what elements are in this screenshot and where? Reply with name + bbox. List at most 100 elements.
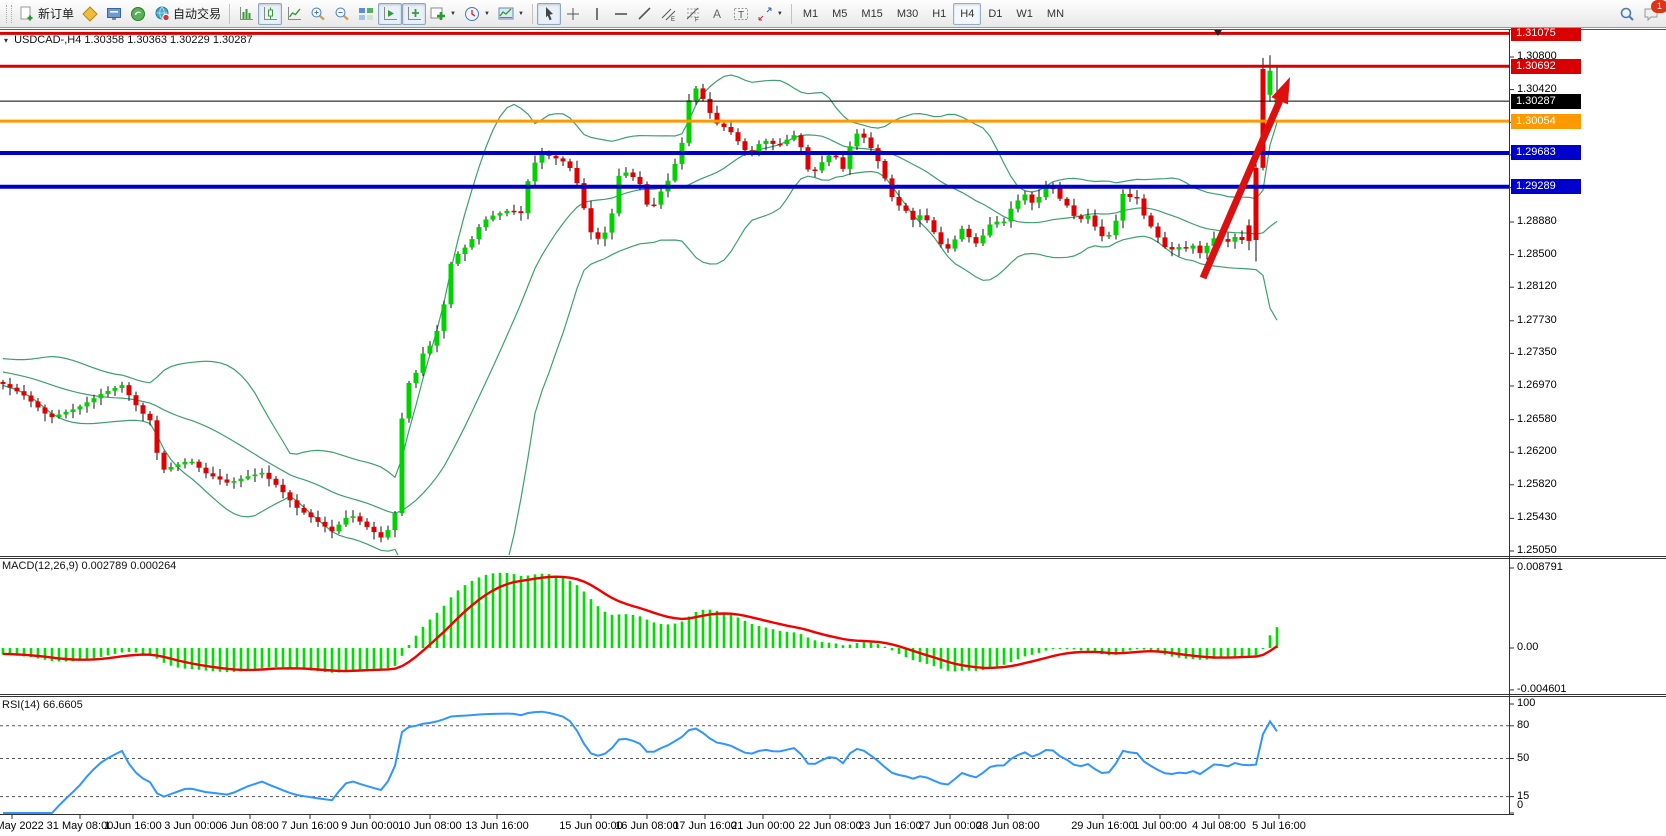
macd-histogram-bar [436, 613, 439, 648]
macd-histogram-bar [758, 626, 761, 648]
tab-timeframe-m5[interactable]: M5 [825, 3, 854, 25]
horizontal-line-button[interactable] [609, 3, 633, 25]
zoom-out-icon [334, 6, 350, 22]
arrows-button[interactable]: ▼ [753, 3, 787, 25]
navigator-button[interactable] [126, 3, 150, 25]
chart-shift-button[interactable] [402, 3, 426, 25]
candle-body [337, 525, 342, 532]
macd-histogram-bar [1199, 648, 1202, 660]
macd-histogram-bar [156, 648, 159, 659]
candle-body [295, 500, 300, 508]
macd-histogram-bar [1080, 648, 1083, 650]
macd-histogram-bar [660, 624, 663, 648]
market-watch-button[interactable] [78, 3, 102, 25]
macd-histogram-bar [821, 642, 824, 648]
svg-text:E: E [671, 17, 675, 22]
candle-body [155, 420, 160, 453]
trend-arrow[interactable] [1203, 77, 1290, 278]
line-chart-button[interactable] [282, 3, 306, 25]
indicators-button[interactable]: ▼ [426, 3, 460, 25]
tab-timeframe-h4[interactable]: H4 [953, 3, 981, 25]
candle-body [610, 213, 615, 232]
auto-scroll-button[interactable] [378, 3, 402, 25]
new-order-button[interactable]: 新订单 [15, 3, 78, 25]
separator [229, 4, 230, 24]
macd-histogram-bar [1136, 648, 1139, 649]
candlestick-chart-button[interactable] [258, 3, 282, 25]
macd-pane[interactable] [2, 573, 1279, 673]
main-price-pane[interactable] [1, 55, 1280, 641]
candle-body [925, 215, 930, 220]
candle-body [71, 409, 76, 412]
macd-histogram-bar [296, 648, 299, 669]
text-label-button[interactable]: T [729, 3, 753, 25]
candle-body [673, 164, 678, 181]
zoom-in-button[interactable] [306, 3, 330, 25]
candle-body [498, 213, 503, 215]
toolbar-drag-handle[interactable] [6, 5, 12, 23]
new-order-icon [19, 6, 35, 22]
bar-chart-button[interactable] [234, 3, 258, 25]
macd-histogram-bar [1241, 648, 1244, 656]
data-window-button[interactable] [102, 3, 126, 25]
candle-body [309, 513, 314, 518]
candle-body [372, 527, 377, 532]
candles-layer [1, 55, 1280, 542]
candle-body [1128, 194, 1133, 197]
candle-body [729, 127, 734, 132]
candle-body [15, 388, 20, 392]
macd-histogram-bar [170, 648, 173, 666]
candle-body [617, 176, 622, 214]
chart-canvas[interactable] [0, 0, 1666, 836]
tab-timeframe-m1[interactable]: M1 [796, 3, 825, 25]
svg-text:F: F [695, 17, 699, 22]
macd-histogram-bar [1122, 648, 1125, 652]
periods-button[interactable]: ▼ [460, 3, 494, 25]
candle-body [358, 516, 363, 521]
candle-body [365, 522, 370, 527]
macd-histogram-bar [828, 643, 831, 648]
separator [532, 4, 533, 24]
macd-histogram-bar [422, 627, 425, 648]
candle-body [1240, 237, 1245, 240]
trendline-button[interactable] [633, 3, 657, 25]
candle-body [463, 248, 468, 254]
tab-timeframe-d1[interactable]: D1 [981, 3, 1009, 25]
tab-timeframe-m15[interactable]: M15 [854, 3, 889, 25]
macd-histogram-bar [891, 648, 894, 650]
macd-histogram-bar [1052, 648, 1055, 649]
macd-histogram-bar [261, 648, 264, 668]
candle-body [477, 227, 482, 239]
notifications-button[interactable]: 1 [1639, 3, 1663, 25]
candle-body [932, 220, 937, 232]
candle-body [918, 215, 923, 220]
candle-body [78, 406, 83, 409]
cursor-button[interactable] [537, 3, 561, 25]
macd-histogram-bar [548, 574, 551, 648]
rsi-pane[interactable] [0, 712, 1509, 813]
tile-windows-button[interactable] [354, 3, 378, 25]
candle-body [967, 229, 972, 237]
zoom-out-button[interactable] [330, 3, 354, 25]
candle-body [1009, 209, 1014, 222]
macd-histogram-bar [121, 648, 124, 652]
search-icon [1619, 6, 1635, 22]
tab-timeframe-m30[interactable]: M30 [890, 3, 925, 25]
auto-trading-button[interactable]: 自动交易 [150, 3, 225, 25]
text-button[interactable]: A [705, 3, 729, 25]
fibonacci-button[interactable]: F [681, 3, 705, 25]
vertical-line-button[interactable] [585, 3, 609, 25]
templates-button[interactable]: ▼ [494, 3, 528, 25]
candle-body [575, 168, 580, 183]
tab-timeframe-mn[interactable]: MN [1040, 3, 1071, 25]
auto-trading-icon [154, 6, 170, 22]
search-button[interactable] [1615, 3, 1639, 25]
channel-button[interactable]: E [657, 3, 681, 25]
candle-body [99, 394, 104, 398]
candle-body [897, 197, 902, 206]
macd-histogram-bar [947, 648, 950, 671]
tab-timeframe-h1[interactable]: H1 [925, 3, 953, 25]
crosshair-button[interactable] [561, 3, 585, 25]
tab-timeframe-w1[interactable]: W1 [1009, 3, 1040, 25]
macd-histogram-bar [1227, 648, 1230, 658]
